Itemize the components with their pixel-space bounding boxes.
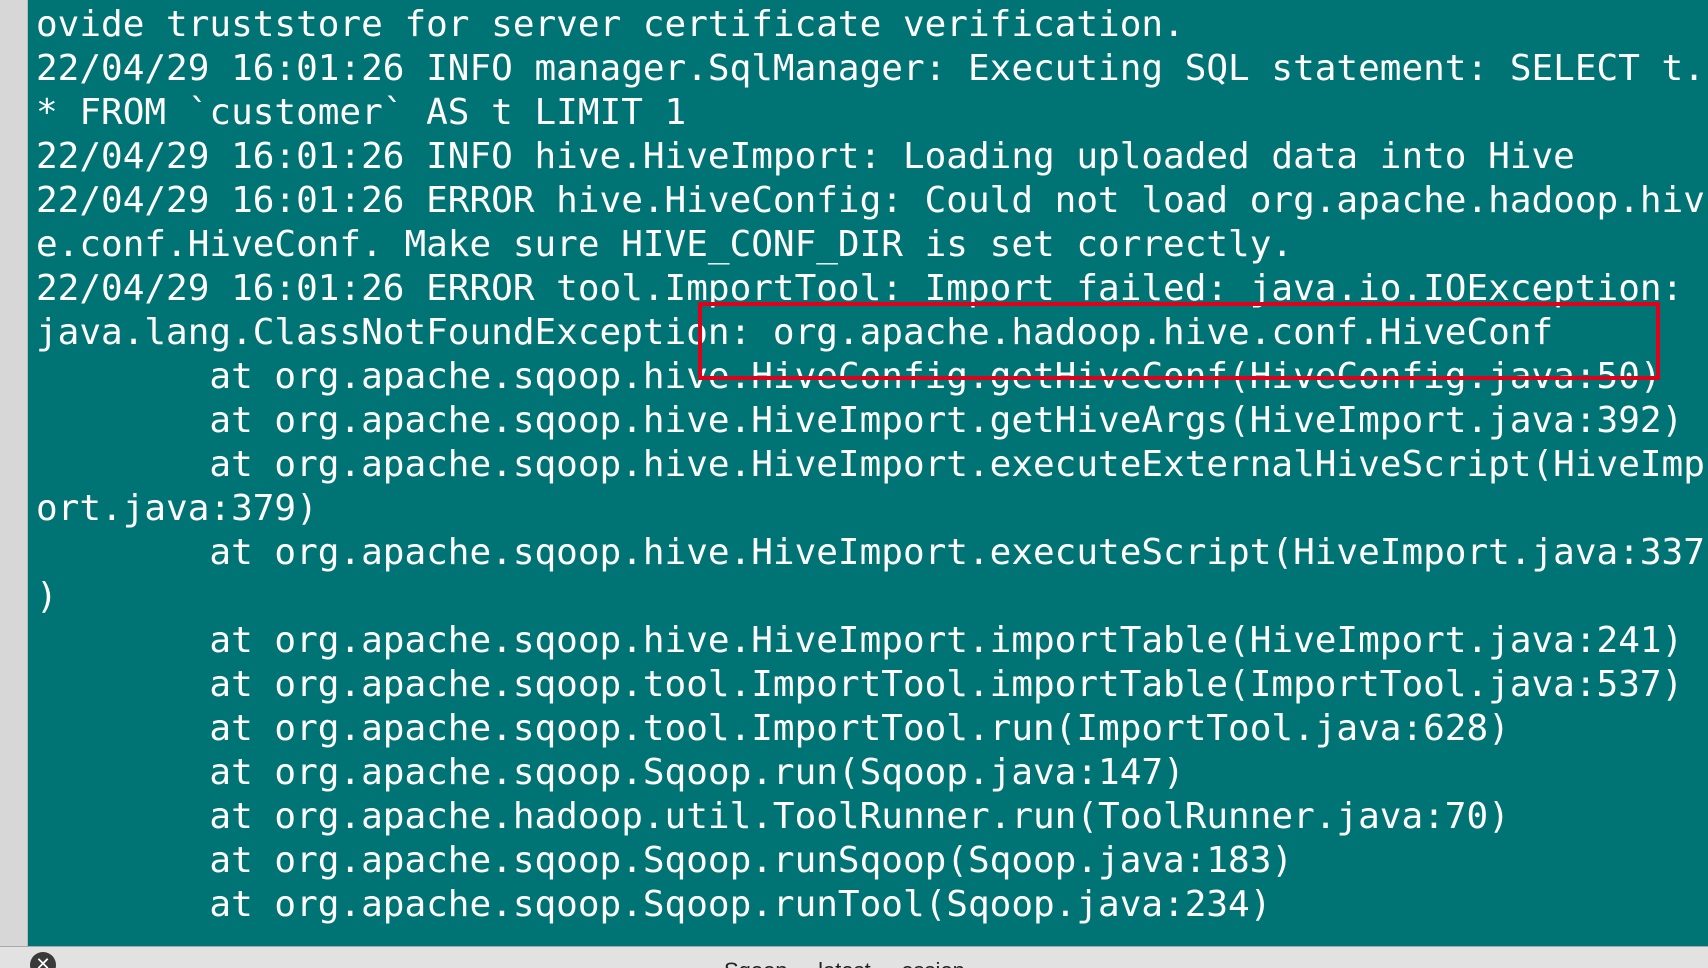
terminal-line: at org.apache.sqoop.hive.HiveImport.getH… — [36, 400, 1684, 441]
terminal-line: at org.apache.sqoop.hive.HiveConfig.getH… — [36, 356, 1662, 397]
terminal-lines: ovide truststore for server certificate … — [36, 3, 1705, 927]
terminal-window: ovide truststore for server certificate … — [0, 0, 1708, 968]
terminal-line: 22/04/29 16:01:26 INFO manager.SqlManage… — [36, 48, 1705, 89]
status-bar: ✕ Sqoop ... latest ... ession — [0, 946, 1708, 968]
terminal-line: 22/04/29 16:01:26 ERROR hive.HiveConfig:… — [36, 180, 1705, 221]
terminal-line: at org.apache.sqoop.Sqoop.runSqoop(Sqoop… — [36, 840, 1294, 881]
left-gutter — [0, 0, 28, 968]
terminal-line: ) — [36, 576, 58, 617]
terminal-line: at org.apache.sqoop.Sqoop.runTool(Sqoop.… — [36, 884, 1272, 925]
terminal-line: java.lang.ClassNotFoundException: org.ap… — [36, 312, 1554, 353]
terminal-line: e.conf.HiveConf. Make sure HIVE_CONF_DIR… — [36, 224, 1294, 265]
terminal-line: at org.apache.sqoop.tool.ImportTool.run(… — [36, 708, 1510, 749]
terminal-output[interactable]: ovide truststore for server certificate … — [28, 0, 1708, 946]
status-text: Sqoop ... latest ... ession — [724, 960, 965, 968]
terminal-line: 22/04/29 16:01:26 ERROR tool.ImportTool:… — [36, 268, 1684, 309]
terminal-line: at org.apache.sqoop.hive.HiveImport.impo… — [36, 620, 1684, 661]
terminal-line: ort.java:379) — [36, 488, 318, 529]
terminal-line: at org.apache.sqoop.tool.ImportTool.impo… — [36, 664, 1684, 705]
terminal-line: at org.apache.sqoop.hive.HiveImport.exec… — [36, 532, 1705, 573]
terminal-line: at org.apache.hadoop.util.ToolRunner.run… — [36, 796, 1510, 837]
terminal-line: * FROM `customer` AS t LIMIT 1 — [36, 92, 687, 133]
terminal-line: at org.apache.sqoop.hive.HiveImport.exec… — [36, 444, 1705, 485]
terminal-line: at org.apache.sqoop.Sqoop.run(Sqoop.java… — [36, 752, 1185, 793]
terminal-line: 22/04/29 16:01:26 INFO hive.HiveImport: … — [36, 136, 1575, 177]
close-icon[interactable]: ✕ — [30, 952, 56, 968]
terminal-line: ovide truststore for server certificate … — [36, 4, 1185, 45]
